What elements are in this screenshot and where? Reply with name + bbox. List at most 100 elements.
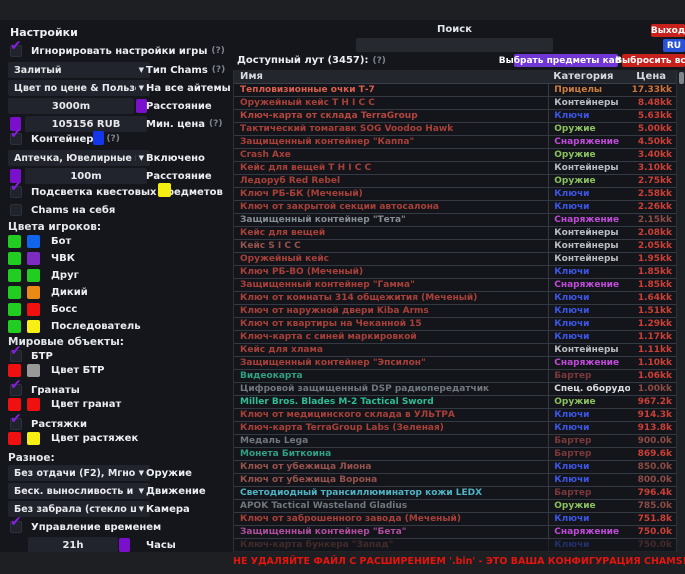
hours-color-swatch[interactable]: [119, 538, 130, 552]
loot-table-row[interactable]: Ключ от медицинского склада в УЛЬТРА Клю…: [234, 409, 676, 422]
loot-table-row[interactable]: Кейс для вещей T H I C C Контейнеры 3.10…: [234, 162, 676, 175]
item-category: Снаряжение: [548, 214, 630, 226]
scrollbar-thumb[interactable]: [679, 72, 684, 84]
min-price-input[interactable]: 105156 RUB: [25, 116, 147, 132]
loot-table-row[interactable]: Кейс для вещей Контейнеры 2.08kk: [234, 227, 676, 240]
all-items-mode-dropdown[interactable]: Цвет по цене & Пользователь ▼: [8, 80, 150, 96]
color-swatch-secondary[interactable]: [27, 252, 40, 265]
loot-table-row[interactable]: Тепловизионные очки Т-7 Прицелы 17.33kk: [234, 84, 676, 97]
color-swatch-primary[interactable]: [8, 235, 21, 248]
loot-table-row[interactable]: Miller Bros. Blades M-2 Tactical Sword О…: [234, 396, 676, 409]
loot-table-row[interactable]: Ключ-карта бункера "Запад" Ключи 750.0k: [234, 539, 676, 552]
table-scrollbar[interactable]: [676, 70, 685, 552]
loot-table-row[interactable]: Защищенный контейнер "Эпсилон" Снаряжени…: [234, 357, 676, 370]
item-price: 2.58kk: [630, 189, 676, 199]
loot-table-row[interactable]: Оружейный кейс T H I C C Контейнеры 8.48…: [234, 97, 676, 110]
loot-table-row[interactable]: Защищенный контейнер "Каппа" Снаряжение …: [234, 136, 676, 149]
color-swatch-primary[interactable]: [8, 252, 21, 265]
item-category: Оружие: [548, 500, 630, 512]
loot-table-row[interactable]: Ключ РБ-ВО (Меченый) Ключи 1.85kk: [234, 266, 676, 279]
color-swatch-secondary[interactable]: [27, 303, 40, 316]
color-swatch-primary[interactable]: [8, 303, 21, 316]
help-icon[interactable]: (?): [209, 119, 222, 129]
color-swatch-secondary[interactable]: [27, 269, 40, 282]
loot-table-row[interactable]: Ключ-карта от склада TerraGroup Ключи 5.…: [234, 110, 676, 123]
loot-table-row[interactable]: Ключ от убежища Ворона Ключи 800.0k: [234, 474, 676, 487]
color-swatch-primary[interactable]: [8, 432, 21, 445]
misc-dropdown[interactable]: Без отдачи (F2), Мгновенное п ▼: [8, 465, 150, 481]
btr-checkbox[interactable]: ✔: [10, 350, 22, 362]
column-header-category[interactable]: Категория: [548, 70, 630, 83]
loot-table-row[interactable]: Светодиодный трансиллюминатор кожи LEDX …: [234, 487, 676, 500]
loot-table-row[interactable]: Ключ РБ-БК (Меченый) Ключи 2.58kk: [234, 188, 676, 201]
containers-filter-dropdown[interactable]: Аптечка, Ювелирные и... ▼: [8, 150, 150, 166]
drop-all-button[interactable]: Выбросить все: [622, 54, 685, 67]
help-icon[interactable]: (?): [212, 65, 225, 75]
color-swatch-primary[interactable]: [8, 364, 21, 377]
color-swatch-primary[interactable]: [8, 269, 21, 282]
help-icon[interactable]: (?): [372, 56, 385, 66]
loot-table-row[interactable]: Тактический томагавк SOG Voodoo Hawk Ору…: [234, 123, 676, 136]
loot-table-row[interactable]: Кейс S I C C Контейнеры 2.05kk: [234, 240, 676, 253]
quest-highlight-checkbox[interactable]: ✔: [10, 186, 22, 198]
color-swatch-primary[interactable]: [8, 286, 21, 299]
loot-table-row[interactable]: Видеокарта Бартер 1.06kk: [234, 370, 676, 383]
misc-title: Разное:: [8, 452, 55, 464]
hours-input[interactable]: 21h: [28, 537, 118, 553]
loot-table-row[interactable]: Цифровой защищенный DSP радиопередатчик …: [234, 383, 676, 396]
loot-table-row[interactable]: Ключ от комнаты 314 общежития (Меченый) …: [234, 292, 676, 305]
item-category: Ключи: [548, 461, 630, 473]
search-input[interactable]: [356, 38, 553, 52]
time-control-checkbox[interactable]: ✔: [10, 521, 22, 533]
select-kappa-items-button[interactable]: Выбрать предметы каппа: [514, 54, 618, 67]
loot-table-row[interactable]: Crash Axe Оружие 3.40kk: [234, 149, 676, 162]
item-name: Оружейный кейс T H I C C: [234, 98, 548, 108]
quest-color-swatch[interactable]: [158, 183, 171, 197]
loot-table-row[interactable]: Медаль Lega Бартер 900.0k: [234, 435, 676, 448]
loot-table-row[interactable]: Монета Биткоина Бартер 869.6k: [234, 448, 676, 461]
help-icon[interactable]: (?): [106, 134, 119, 144]
color-swatch-secondary[interactable]: [27, 432, 40, 445]
color-swatch-secondary[interactable]: [27, 235, 40, 248]
loot-table-row[interactable]: Ключ-карта TerraGroup Labs (Зеленая) Клю…: [234, 422, 676, 435]
loot-table-row[interactable]: Оружейный кейс Контейнеры 1.95kk: [234, 253, 676, 266]
misc-dropdown[interactable]: Беск. выносливость и нет уста ▼: [8, 483, 150, 499]
help-icon[interactable]: (?): [211, 46, 224, 56]
loot-table-row[interactable]: Ледоруб Red Rebel Оружие 2.75kk: [234, 175, 676, 188]
loot-table-row[interactable]: APOK Tactical Wasteland Gladius Оружие 7…: [234, 500, 676, 513]
item-price: 1.85kk: [630, 267, 676, 277]
column-header-name[interactable]: Имя: [234, 71, 548, 82]
exit-button[interactable]: Выход: [651, 24, 685, 37]
color-swatch-secondary[interactable]: [27, 286, 40, 299]
color-swatch-primary[interactable]: [8, 320, 21, 333]
loot-table-row[interactable]: Защищенный контейнер "Тета" Снаряжение 2…: [234, 214, 676, 227]
loot-table-row[interactable]: Ключ от заброшенного завода (Меченый) Кл…: [234, 513, 676, 526]
loot-table-row[interactable]: Ключ от убежища Лиона Ключи 850.0k: [234, 461, 676, 474]
column-header-price[interactable]: Цена: [630, 71, 676, 82]
misc-dropdown[interactable]: Без забрала (стекло шлема) ▼: [8, 501, 150, 517]
loot-table-row[interactable]: Кейс для хлама Контейнеры 1.11kk: [234, 344, 676, 357]
chams-self-checkbox[interactable]: [10, 204, 22, 216]
tripwires-checkbox[interactable]: ✔: [10, 418, 22, 430]
containers-distance-input[interactable]: 100m: [25, 168, 147, 184]
color-swatch-secondary[interactable]: [27, 320, 40, 333]
distance-input[interactable]: 3000m: [8, 98, 134, 114]
color-swatch-secondary[interactable]: [27, 398, 40, 411]
loot-table-row[interactable]: Ключ от закрытой секции автосалона Ключи…: [234, 201, 676, 214]
color-swatch-secondary[interactable]: [27, 364, 40, 377]
loot-table-row[interactable]: Защищенный контейнер "Гамма" Снаряжение …: [234, 279, 676, 292]
player-type-label: Друг: [51, 270, 79, 281]
item-category: Оружие: [548, 149, 630, 161]
language-button[interactable]: RU: [663, 39, 685, 52]
color-swatch-primary[interactable]: [8, 398, 21, 411]
loot-table-row[interactable]: Ключ от квартиры на Чеканной 15 Ключи 1.…: [234, 318, 676, 331]
chams-type-dropdown[interactable]: Залитый ▼: [8, 62, 150, 78]
loot-table-row[interactable]: Ключ от наружной двери Kiba Arms Ключи 1…: [234, 305, 676, 318]
containers-checkbox[interactable]: ✔: [10, 133, 22, 145]
ignore-game-settings-checkbox[interactable]: ✔: [10, 45, 22, 57]
btr-label: БТР: [31, 351, 53, 362]
grenades-checkbox[interactable]: ✔: [10, 384, 22, 396]
loot-table-row[interactable]: Ключ-карта с синей маркировкой Ключи 1.1…: [234, 331, 676, 344]
containers-color-swatch[interactable]: [93, 131, 104, 145]
loot-table-row[interactable]: Защищенный контейнер "Бета" Снаряжение 7…: [234, 526, 676, 539]
